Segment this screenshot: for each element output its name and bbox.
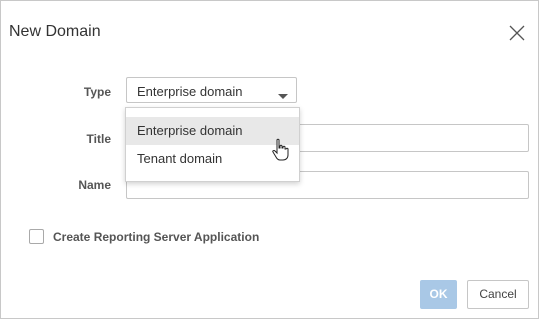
close-button[interactable]	[507, 23, 527, 43]
name-label: Name	[78, 178, 111, 192]
type-select-value: Enterprise domain	[137, 84, 243, 99]
reporting-server-label: Create Reporting Server Application	[53, 230, 260, 244]
caret-down-icon	[278, 88, 288, 103]
new-domain-dialog: New Domain Type Enterprise domain Title …	[0, 0, 539, 319]
hand-cursor-icon	[271, 138, 289, 167]
ok-button[interactable]: OK	[420, 280, 457, 309]
reporting-server-checkbox[interactable]	[29, 229, 44, 244]
dialog-title: New Domain	[9, 23, 101, 40]
title-label: Title	[86, 132, 111, 146]
cancel-button[interactable]: Cancel	[467, 280, 529, 309]
close-icon	[509, 25, 525, 41]
type-select[interactable]: Enterprise domain	[126, 77, 297, 103]
type-label: Type	[83, 85, 111, 99]
